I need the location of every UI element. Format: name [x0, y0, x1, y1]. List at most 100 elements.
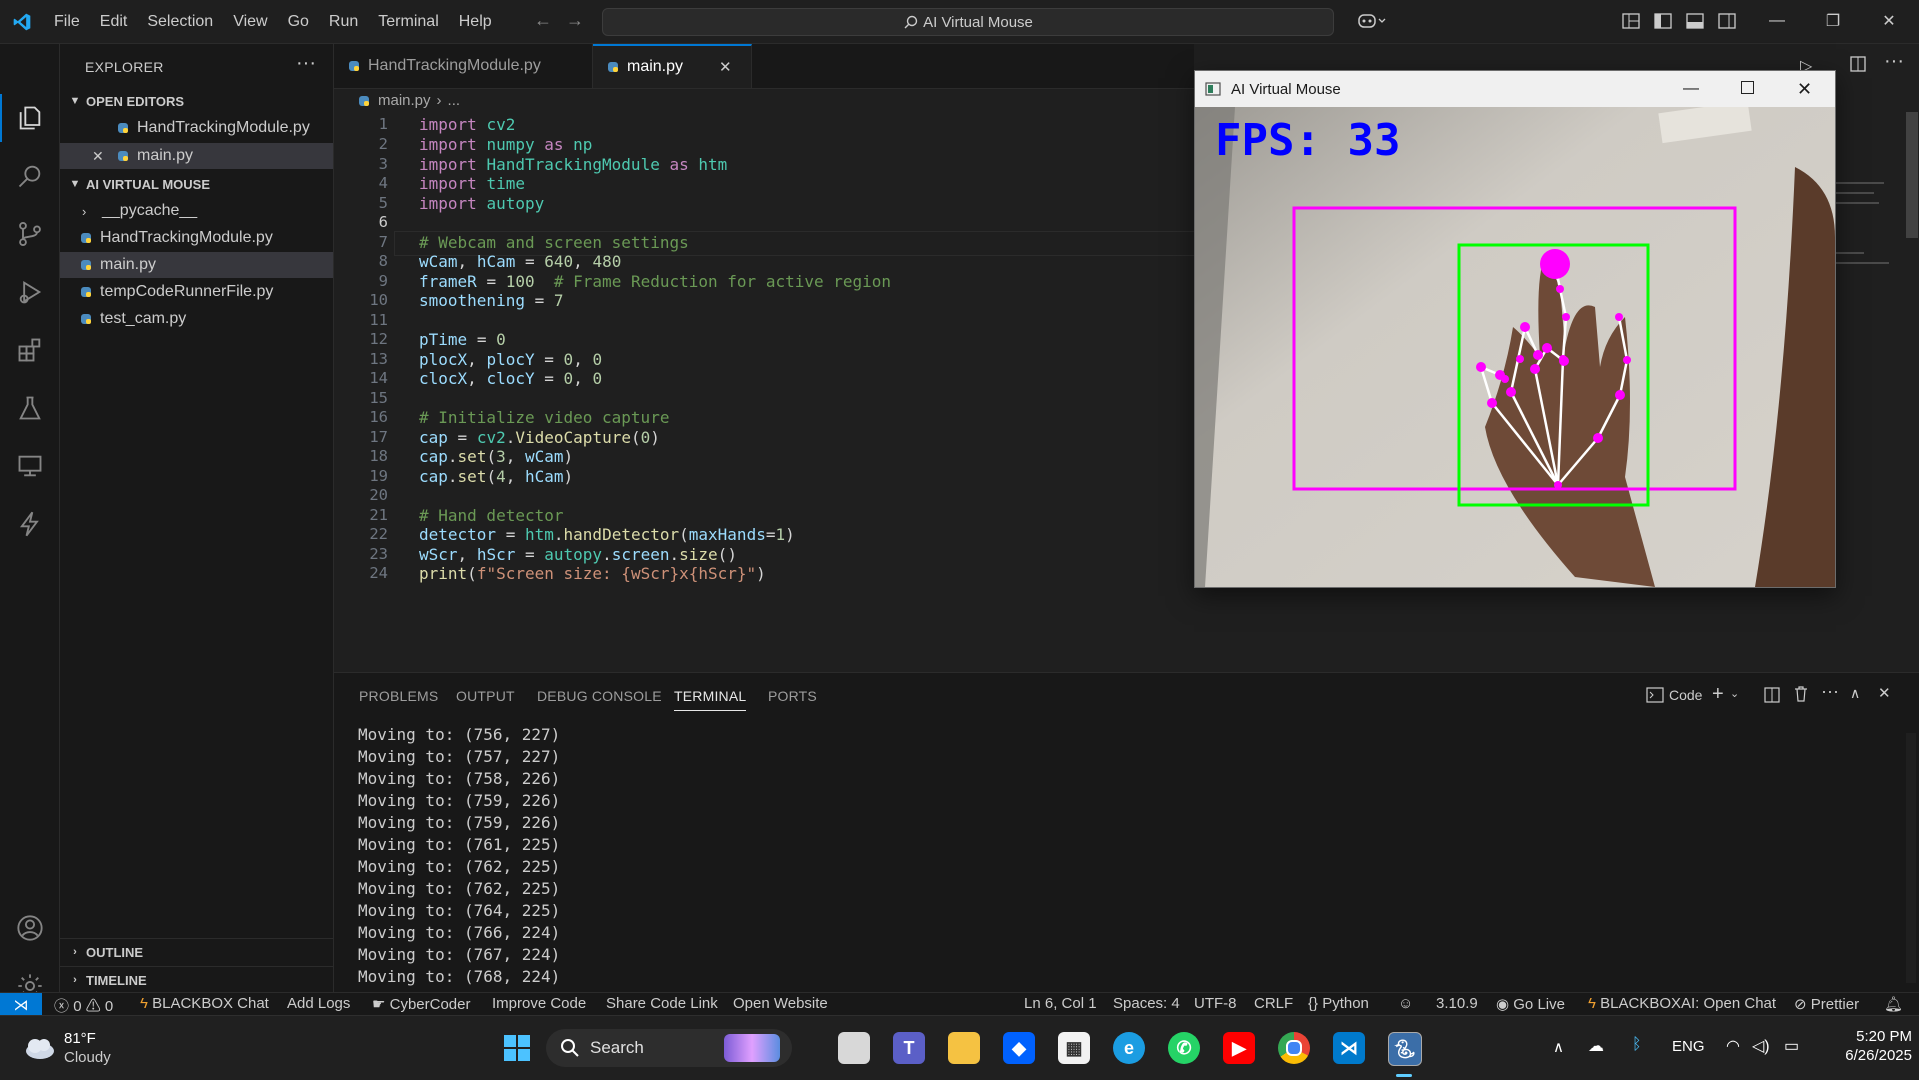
open-editors-header[interactable]: ▼ OPEN EDITORS [60, 89, 333, 113]
split-editor-icon[interactable] [1850, 56, 1866, 77]
file-explorer-icon[interactable] [948, 1032, 980, 1064]
new-terminal-plus-icon[interactable]: + [1712, 683, 1724, 706]
timeline-header[interactable]: › TIMELINE [60, 968, 333, 992]
battery-icon[interactable]: ▭ [1784, 1036, 1799, 1056]
end-of-line[interactable]: CRLF [1254, 995, 1293, 1012]
explorer-icon[interactable] [14, 102, 46, 134]
split-terminal-icon[interactable] [1764, 687, 1780, 708]
breadcrumb-file[interactable]: main.py [378, 92, 431, 109]
tab-ports[interactable]: PORTS [768, 688, 817, 704]
microsoft-store-icon[interactable]: ▦ [1058, 1032, 1090, 1064]
menu-view[interactable]: View [233, 13, 267, 31]
tab-problems[interactable]: PROBLEMS [359, 688, 438, 704]
chevron-up-icon[interactable]: ∧ [1553, 1038, 1564, 1056]
blackbox-lightning-icon[interactable] [14, 508, 46, 540]
python-app-taskbar-icon[interactable]: 🐍︎ [1388, 1032, 1422, 1066]
tab-debug-console[interactable]: DEBUG CONSOLE [537, 688, 662, 704]
task-view-icon[interactable] [838, 1032, 870, 1064]
maximize-panel-icon[interactable]: ∧ [1850, 685, 1860, 702]
cursor-position[interactable]: Ln 6, Col 1 [1024, 995, 1097, 1012]
copilot-status-icon[interactable]: ☺ [1398, 995, 1413, 1012]
go-live-item[interactable]: ◉ Go Live [1496, 995, 1565, 1013]
copilot-icon[interactable] [1352, 8, 1392, 34]
blackbox-chat-item[interactable]: ϟ BLACKBOX Chat [140, 995, 269, 1012]
input-language[interactable]: ENG [1672, 1038, 1705, 1055]
command-center-search[interactable]: AI Virtual Mouse [602, 8, 1334, 36]
close-editor-icon[interactable]: ✕ [92, 148, 117, 165]
close-window-icon[interactable]: ✕ [1874, 8, 1904, 34]
remote-indicator-icon[interactable]: ⋊ [0, 993, 42, 1016]
run-debug-icon[interactable] [14, 276, 46, 308]
windows-start-icon[interactable] [501, 1032, 533, 1064]
menu-run[interactable]: Run [329, 13, 358, 31]
toggle-sidebar-icon[interactable] [1648, 8, 1678, 34]
chevron-down-icon[interactable]: ⌄ [1730, 687, 1739, 700]
encoding[interactable]: UTF-8 [1194, 995, 1237, 1012]
open-editor-item-active[interactable]: ✕ main.py [60, 143, 333, 169]
onedrive-icon[interactable]: ☁ [1588, 1036, 1604, 1056]
editor-more-icon[interactable]: ··· [1884, 50, 1904, 73]
app-window-titlebar[interactable]: AI Virtual Mouse — ✕ [1195, 71, 1835, 107]
tab-handtrackingmodule[interactable]: HandTrackingModule.py [334, 44, 593, 88]
app-maximize-icon[interactable] [1741, 81, 1754, 94]
project-folder-header[interactable]: ▼ AI VIRTUAL MOUSE [60, 172, 333, 196]
open-editor-item[interactable]: HandTrackingModule.py [60, 115, 333, 141]
improve-code-item[interactable]: Improve Code [492, 995, 586, 1012]
more-actions-icon[interactable]: ··· [296, 52, 316, 75]
add-logs-item[interactable]: Add Logs [287, 995, 350, 1012]
toggle-panel-icon[interactable] [1680, 8, 1710, 34]
chrome-icon[interactable] [1278, 1032, 1310, 1064]
share-code-link-item[interactable]: Share Code Link [606, 995, 718, 1012]
back-arrow-icon[interactable]: ← [534, 10, 552, 31]
prettier-item[interactable]: ⊘ Prettier [1794, 995, 1859, 1013]
open-website-item[interactable]: Open Website [733, 995, 828, 1012]
trash-icon[interactable] [1794, 686, 1808, 707]
edge-icon[interactable]: e [1113, 1032, 1145, 1064]
youtube-icon[interactable]: ▶ [1223, 1032, 1255, 1064]
editor-scrollbar-thumb[interactable] [1906, 112, 1918, 238]
close-tab-icon[interactable]: ✕ [719, 58, 732, 76]
terminal-profile-selector[interactable]: Code [1646, 687, 1702, 703]
vscode-taskbar-icon[interactable]: ⋊ [1333, 1032, 1365, 1064]
testing-flask-icon[interactable] [14, 392, 46, 424]
python-interpreter[interactable]: 3.10.9 [1436, 995, 1478, 1012]
menu-edit[interactable]: Edit [100, 13, 128, 31]
menu-selection[interactable]: Selection [147, 13, 213, 31]
language-mode[interactable]: {} Python [1308, 995, 1369, 1012]
outline-header[interactable]: › OUTLINE [60, 940, 333, 964]
notifications-bell-icon[interactable]: 🔔︎ [1884, 995, 1903, 1013]
problems-indicator[interactable]: ⓧ 0 ⚠ 0 [54, 995, 113, 1016]
file-tree-item[interactable]: test_cam.py [60, 306, 333, 332]
menu-terminal[interactable]: Terminal [378, 13, 438, 31]
ai-virtual-mouse-window[interactable]: AI Virtual Mouse — ✕ FPS: 33 [1194, 70, 1836, 588]
tab-main[interactable]: main.py ✕ [593, 44, 752, 88]
minimize-window-icon[interactable]: — [1762, 8, 1792, 34]
blackbox-open-chat-item[interactable]: ϟ BLACKBOXAI: Open Chat [1588, 995, 1776, 1012]
customize-layout-icon[interactable] [1616, 8, 1646, 34]
app-close-icon[interactable]: ✕ [1797, 79, 1812, 100]
accounts-icon[interactable] [14, 912, 46, 944]
restore-window-icon[interactable]: ❐ [1818, 8, 1848, 34]
source-control-icon[interactable] [14, 218, 46, 250]
panel-more-icon[interactable]: ··· [1821, 681, 1839, 702]
whatsapp-icon[interactable]: ✆ [1168, 1032, 1200, 1064]
menu-file[interactable]: File [54, 13, 80, 31]
file-tree-item[interactable]: › __pycache__ [60, 198, 333, 224]
file-tree-item[interactable]: HandTrackingModule.py [60, 225, 333, 251]
taskbar-search[interactable]: Search [546, 1029, 792, 1067]
file-tree-item-active[interactable]: main.py [60, 252, 333, 278]
minimap[interactable] [1834, 112, 1918, 672]
toggle-secondary-sidebar-icon[interactable] [1712, 8, 1742, 34]
bluetooth-icon[interactable]: ᛒ [1632, 1036, 1642, 1054]
volume-icon[interactable]: ◁) [1752, 1036, 1770, 1056]
remote-explorer-icon[interactable] [14, 450, 46, 482]
file-tree-item[interactable]: tempCodeRunnerFile.py [60, 279, 333, 305]
close-panel-icon[interactable]: ✕ [1878, 684, 1891, 702]
code-editor[interactable]: 1 2 3 4 5 6 7 8 9 10 11 12 13 14 15 16 1… [334, 112, 1194, 672]
search-view-icon[interactable] [14, 160, 46, 192]
dropbox-icon[interactable]: ◆ [1003, 1032, 1035, 1064]
forward-arrow-icon[interactable]: → [566, 10, 584, 31]
menu-help[interactable]: Help [459, 13, 492, 31]
breadcrumb-symbols[interactable]: ... [448, 92, 461, 109]
cybercoder-item[interactable]: ☛ CyberCoder [372, 995, 471, 1013]
